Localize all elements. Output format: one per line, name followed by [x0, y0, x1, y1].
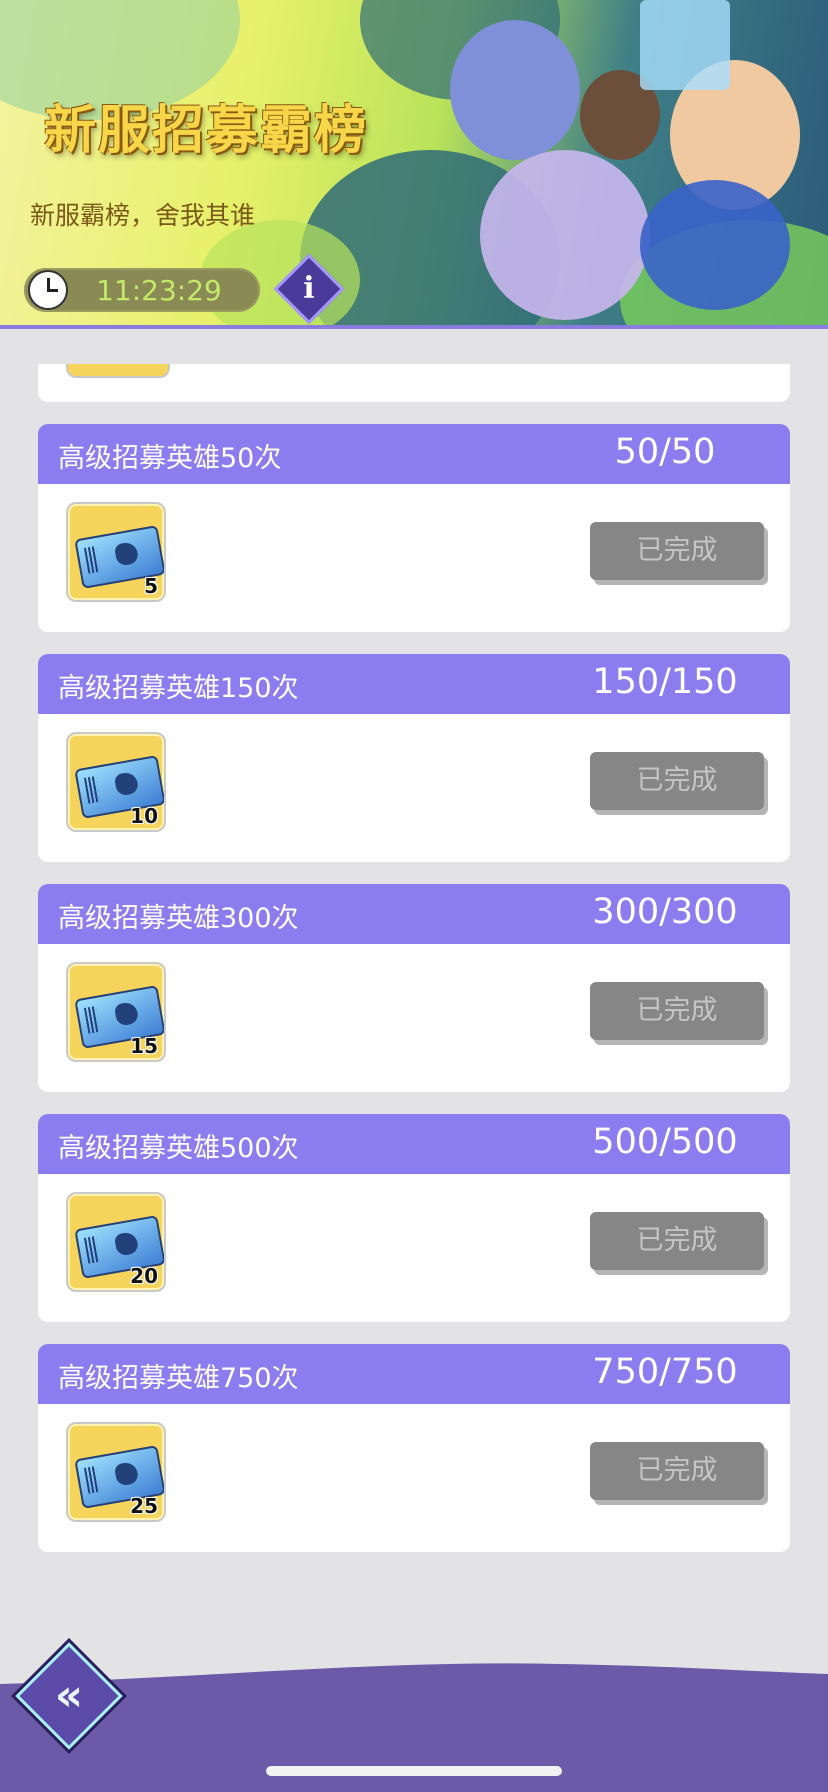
task-progress: 300/300 — [592, 892, 738, 932]
task-card: 高级招募英雄50次 50/50 5 已完成 — [38, 424, 790, 632]
task-card-body: 25 已完成 — [38, 1404, 790, 1552]
banner-divider — [0, 325, 828, 329]
task-card-header: 高级招募英雄750次 750/750 — [38, 1344, 790, 1404]
task-progress: 50/50 — [614, 432, 716, 472]
task-card: 高级招募英雄150次 150/150 10 已完成 — [38, 654, 790, 862]
info-icon: i — [303, 271, 315, 306]
character-art — [450, 20, 580, 160]
reward-item[interactable]: 10 — [66, 732, 166, 832]
task-card-header: 高级招募英雄500次 500/500 — [38, 1114, 790, 1174]
task-title: 高级招募英雄50次 — [58, 443, 282, 474]
reward-item[interactable]: 25 — [66, 1422, 166, 1522]
reward-count: 15 — [130, 1034, 158, 1058]
event-banner: 新服招募霸榜 新服霸榜，舍我其谁 11:23:29 i — [0, 0, 828, 325]
character-art — [640, 0, 730, 90]
task-card-header: 高级招募英雄300次 300/300 — [38, 884, 790, 944]
reward-count: 5 — [144, 574, 158, 598]
countdown-timer: 11:23:29 — [24, 268, 260, 312]
task-card-body: 10 已完成 — [38, 714, 790, 862]
task-card: 高级招募英雄750次 750/750 25 已完成 — [38, 1344, 790, 1552]
character-art — [640, 180, 790, 310]
double-chevron-left-icon: « — [54, 1670, 84, 1721]
event-subtitle: 新服霸榜，舍我其谁 — [30, 201, 256, 230]
reward-count: 20 — [130, 1264, 158, 1288]
event-title: 新服招募霸榜 — [44, 101, 369, 161]
task-progress: 500/500 — [592, 1122, 738, 1162]
reward-item-icon — [66, 364, 170, 378]
task-card: 高级招募英雄300次 300/300 15 已完成 — [38, 884, 790, 1092]
task-title: 高级招募英雄750次 — [58, 1363, 299, 1394]
completed-button[interactable]: 已完成 — [590, 1212, 764, 1270]
task-card-body: 5 已完成 — [38, 484, 790, 632]
task-progress: 150/150 — [592, 662, 738, 702]
completed-button[interactable]: 已完成 — [590, 752, 764, 810]
completed-button[interactable]: 已完成 — [590, 982, 764, 1040]
task-card-body: 15 已完成 — [38, 944, 790, 1092]
completed-button[interactable]: 已完成 — [590, 1442, 764, 1500]
character-art — [480, 150, 650, 320]
reward-item[interactable]: 20 — [66, 1192, 166, 1292]
reward-count: 10 — [130, 804, 158, 828]
task-card-header: 高级招募英雄150次 150/150 — [38, 654, 790, 714]
reward-count: 25 — [130, 1494, 158, 1518]
task-card: 高级招募英雄500次 500/500 20 已完成 — [38, 1114, 790, 1322]
task-title: 高级招募英雄500次 — [58, 1133, 299, 1164]
task-title: 高级招募英雄150次 — [58, 673, 299, 704]
reward-item[interactable]: 5 — [66, 502, 166, 602]
countdown-time: 11:23:29 — [96, 274, 222, 307]
task-card-partial — [38, 364, 790, 402]
home-indicator[interactable] — [266, 1766, 562, 1776]
task-progress: 750/750 — [592, 1352, 738, 1392]
clock-icon — [28, 270, 68, 310]
task-title: 高级招募英雄300次 — [58, 903, 299, 934]
completed-button[interactable]: 已完成 — [590, 522, 764, 580]
reward-item[interactable]: 15 — [66, 962, 166, 1062]
task-card-header: 高级招募英雄50次 50/50 — [38, 424, 790, 484]
task-card-body: 20 已完成 — [38, 1174, 790, 1322]
